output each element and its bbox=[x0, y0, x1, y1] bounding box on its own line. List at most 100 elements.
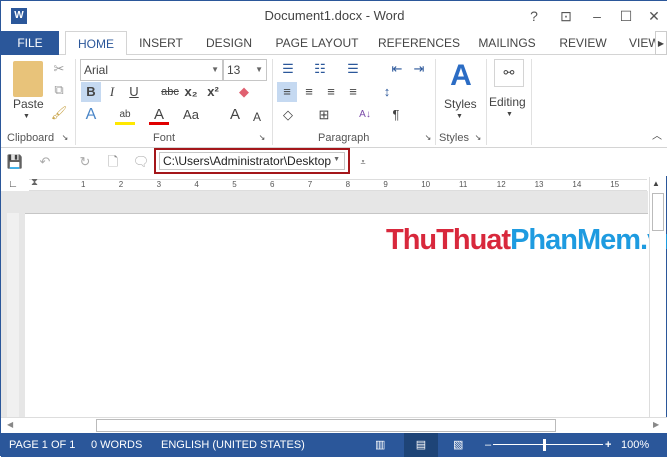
web-layout-icon[interactable]: ▧ bbox=[453, 433, 463, 457]
zoom-level[interactable]: 100% bbox=[621, 433, 649, 457]
editing-button[interactable]: Editing bbox=[489, 95, 526, 109]
tab-page-layout[interactable]: PAGE LAYOUT bbox=[271, 31, 363, 55]
clear-formatting-icon[interactable]: ◆ bbox=[234, 82, 254, 102]
decrease-indent-icon[interactable]: ⇤ bbox=[387, 59, 407, 79]
help-icon[interactable]: ? bbox=[521, 6, 547, 26]
binoculars-icon[interactable]: ⚯ bbox=[494, 59, 524, 87]
sort-icon[interactable]: A↓ bbox=[355, 105, 375, 125]
chevron-down-icon[interactable]: ▼ bbox=[456, 113, 463, 120]
text-effects-button[interactable]: A bbox=[81, 105, 101, 125]
tab-review[interactable]: REVIEW bbox=[557, 31, 609, 55]
zoom-out-button[interactable]: – bbox=[485, 433, 491, 457]
scroll-left-icon[interactable]: ◀ bbox=[7, 420, 13, 429]
line-spacing-icon[interactable]: ↕ bbox=[377, 82, 397, 102]
vertical-scrollbar[interactable]: ▲ bbox=[649, 177, 666, 417]
zoom-in-button[interactable]: + bbox=[605, 433, 611, 457]
maximize-button[interactable]: ☐ bbox=[613, 6, 639, 26]
redo-icon[interactable]: ↻ bbox=[75, 152, 95, 172]
font-size-combo[interactable]: 13 ▼ bbox=[223, 59, 267, 81]
justify-icon[interactable]: ≡ bbox=[343, 82, 363, 102]
change-case-button[interactable]: Aa bbox=[179, 105, 203, 125]
comment-icon[interactable]: 🗨 bbox=[131, 152, 151, 172]
horizontal-scrollbar[interactable]: ◀ ▶ bbox=[1, 417, 667, 433]
shrink-font-button[interactable]: A bbox=[247, 107, 267, 127]
ruler-tick-label: 10 bbox=[421, 180, 431, 189]
increase-indent-icon[interactable]: ⇥ bbox=[409, 59, 429, 79]
collapse-ribbon-icon[interactable]: ︿ bbox=[647, 127, 667, 147]
zoom-slider-thumb[interactable] bbox=[543, 439, 546, 451]
scroll-right-icon[interactable]: ▶ bbox=[653, 420, 659, 429]
document-location-combo[interactable]: C:\Users\Administrator\Desktop bbox=[159, 152, 345, 170]
tab-insert[interactable]: INSERT bbox=[131, 31, 191, 55]
shading-icon[interactable]: ◇ bbox=[278, 105, 298, 125]
minimize-button[interactable]: – bbox=[584, 6, 610, 26]
styles-group-label: Styles bbox=[439, 132, 469, 144]
paste-icon[interactable] bbox=[13, 61, 43, 97]
chevron-down-icon[interactable]: ▼ bbox=[506, 111, 513, 118]
paste-button[interactable]: Paste bbox=[13, 97, 44, 111]
bold-button[interactable]: B bbox=[81, 82, 101, 102]
copy-icon[interactable]: ⧉ bbox=[49, 80, 69, 100]
vertical-ruler[interactable] bbox=[7, 213, 19, 417]
tab-home[interactable]: HOME bbox=[65, 31, 127, 56]
tab-selector[interactable]: ∟ bbox=[6, 179, 20, 191]
document-page[interactable]: ThuThuatPhanMem.vn bbox=[25, 213, 667, 417]
vertical-scroll-thumb[interactable] bbox=[652, 193, 664, 231]
multilevel-list-icon[interactable]: ☰ bbox=[343, 59, 363, 79]
tabs-scroll-right-icon[interactable]: ▶ bbox=[655, 31, 667, 55]
format-painter-icon[interactable]: 🖌 bbox=[49, 103, 69, 123]
read-mode-icon[interactable]: ▥ bbox=[375, 433, 385, 457]
watermark-logo: ThuThuatPhanMem.vn bbox=[386, 224, 667, 257]
tab-file[interactable]: FILE bbox=[1, 31, 59, 55]
subscript-button[interactable]: x₂ bbox=[181, 82, 201, 102]
ruler-tick-label: 1 bbox=[81, 180, 86, 189]
bullets-icon[interactable]: ☰ bbox=[278, 59, 298, 79]
styles-icon[interactable]: A bbox=[446, 59, 476, 93]
font-name-combo[interactable]: Arial ▼ bbox=[80, 59, 223, 81]
highlight-button[interactable]: ab bbox=[115, 105, 135, 125]
ruler-tick-label: 11 bbox=[459, 180, 468, 189]
chevron-down-icon[interactable]: ▼ bbox=[333, 156, 340, 163]
numbering-icon[interactable]: ☷ bbox=[310, 59, 330, 79]
align-right-icon[interactable]: ≡ bbox=[321, 82, 341, 102]
document-location-highlight: C:\Users\Administrator\Desktop ▼ bbox=[154, 148, 350, 174]
align-left-icon[interactable]: ≡ bbox=[277, 82, 297, 102]
tab-references[interactable]: REFERENCES bbox=[378, 31, 460, 55]
tab-view[interactable]: VIEW bbox=[629, 31, 655, 55]
strikethrough-button[interactable]: abc bbox=[159, 82, 181, 102]
scroll-up-icon[interactable]: ▲ bbox=[652, 179, 660, 188]
styles-button[interactable]: Styles bbox=[444, 97, 477, 111]
borders-icon[interactable]: ⊞ bbox=[314, 105, 334, 125]
save-icon[interactable]: 💾 bbox=[5, 152, 25, 172]
tab-design[interactable]: DESIGN bbox=[199, 31, 259, 55]
paste-dropdown-icon[interactable]: ▼ bbox=[23, 113, 30, 120]
word-count[interactable]: 0 WORDS bbox=[91, 433, 142, 457]
ribbon-display-options-icon[interactable]: ⊡ bbox=[553, 6, 579, 26]
indent-marker-icon[interactable]: ⧗ bbox=[31, 177, 38, 188]
customize-qat-icon[interactable]: ⩡ bbox=[353, 152, 373, 172]
page-count[interactable]: PAGE 1 OF 1 bbox=[9, 433, 75, 457]
new-document-icon[interactable]: 🗋 bbox=[103, 152, 123, 172]
print-layout-icon[interactable]: ▤ bbox=[404, 433, 438, 457]
align-center-icon[interactable]: ≡ bbox=[299, 82, 319, 102]
undo-icon[interactable]: ↶ bbox=[35, 152, 55, 172]
cut-icon[interactable]: ✂ bbox=[49, 59, 69, 79]
chevron-down-icon[interactable]: ▼ bbox=[255, 60, 263, 80]
underline-button[interactable]: U bbox=[124, 82, 144, 102]
font-color-button[interactable]: A bbox=[149, 105, 169, 125]
tab-mailings[interactable]: MAILINGS bbox=[475, 31, 539, 55]
horizontal-scroll-thumb[interactable] bbox=[96, 419, 556, 432]
superscript-button[interactable]: x² bbox=[203, 82, 223, 102]
chevron-down-icon[interactable]: ▼ bbox=[211, 60, 219, 80]
dialog-launcher-icon[interactable]: ↘ bbox=[257, 133, 267, 143]
zoom-slider[interactable] bbox=[493, 444, 603, 445]
dialog-launcher-icon[interactable]: ↘ bbox=[473, 133, 483, 143]
grow-font-button[interactable]: A bbox=[225, 105, 245, 125]
dialog-launcher-icon[interactable]: ↘ bbox=[60, 133, 70, 143]
close-button[interactable]: ✕ bbox=[641, 6, 667, 26]
dialog-launcher-icon[interactable]: ↘ bbox=[423, 133, 433, 143]
italic-button[interactable]: I bbox=[102, 82, 122, 102]
horizontal-ruler[interactable]: 1 2 3 4 5 6 7 8 9 10 11 12 13 14 15 bbox=[29, 179, 647, 191]
show-formatting-button[interactable]: ¶ bbox=[386, 105, 406, 125]
language[interactable]: ENGLISH (UNITED STATES) bbox=[161, 433, 305, 457]
